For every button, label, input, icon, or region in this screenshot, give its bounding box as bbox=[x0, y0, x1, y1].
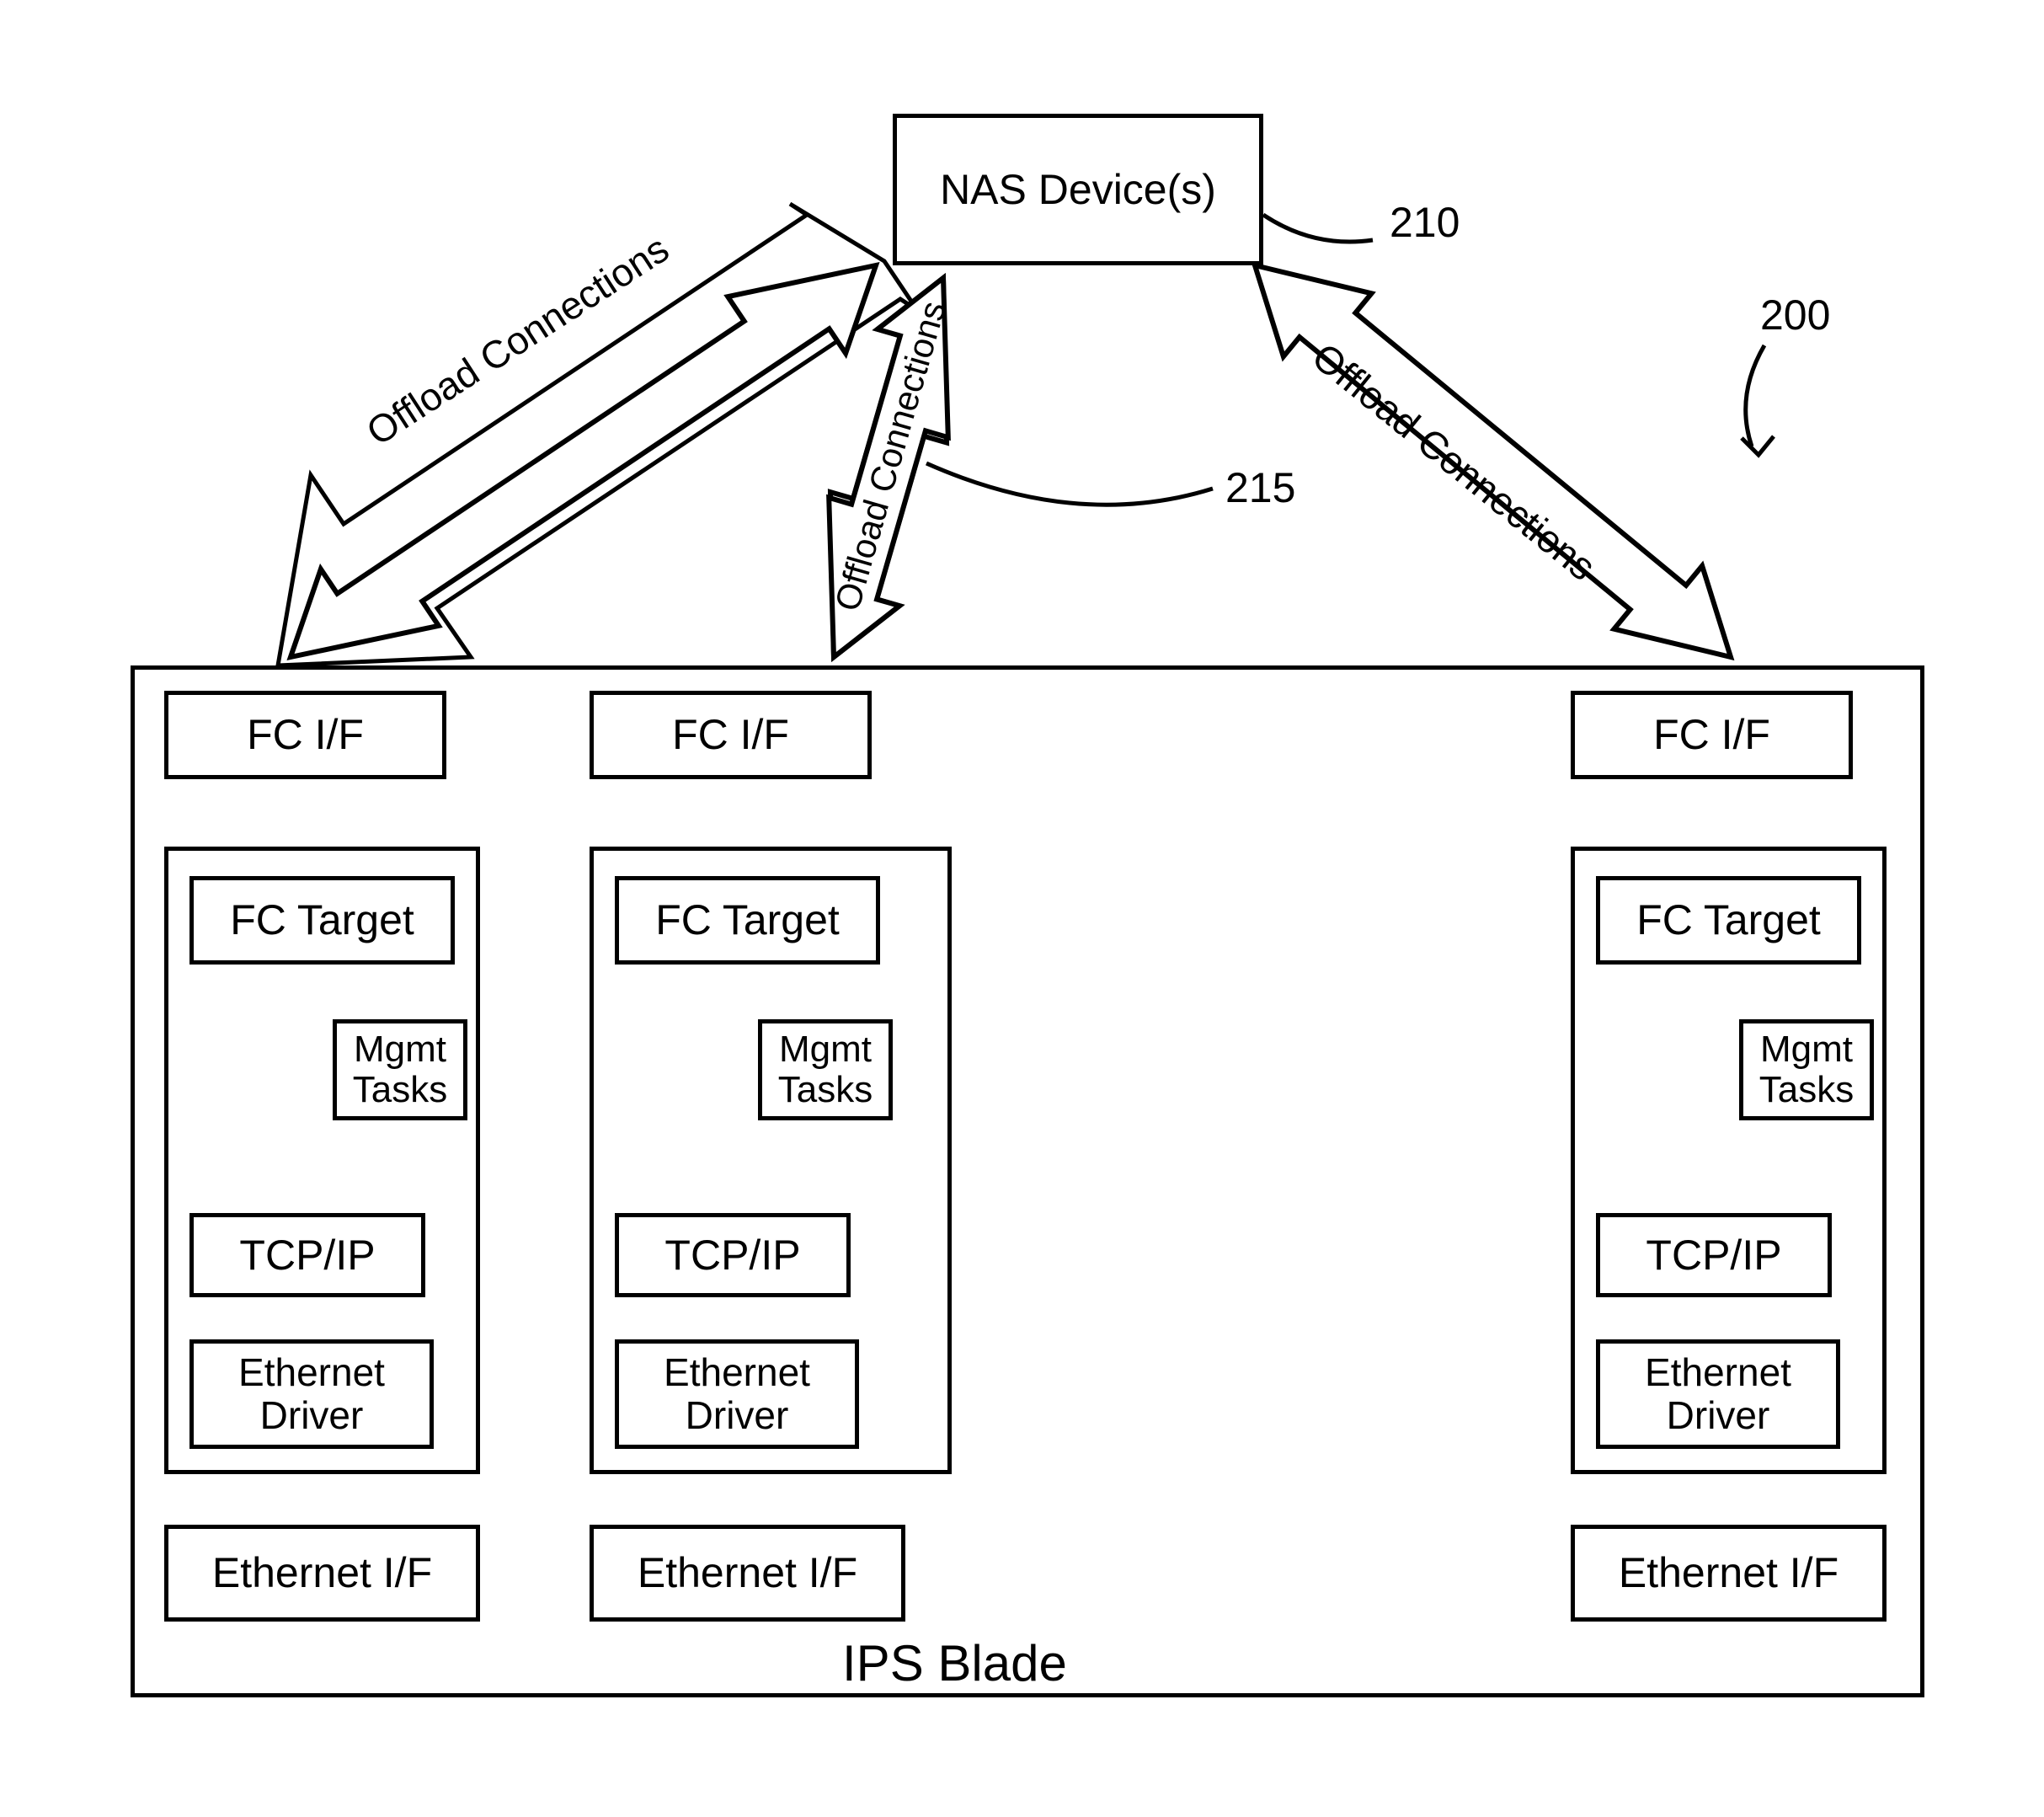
ethdrv-2: Ethernet Driver bbox=[615, 1339, 859, 1449]
fc-if-1: FC I/F bbox=[164, 691, 446, 779]
eth-if-3-label: Ethernet I/F bbox=[1619, 1550, 1839, 1596]
tcpip-3-label: TCP/IP bbox=[1646, 1232, 1781, 1279]
fc-if-2: FC I/F bbox=[590, 691, 872, 779]
fc-if-1-label: FC I/F bbox=[247, 712, 364, 758]
eth-if-1-label: Ethernet I/F bbox=[212, 1550, 432, 1596]
fc-if-2-label: FC I/F bbox=[672, 712, 789, 758]
leader-210 bbox=[1263, 215, 1373, 242]
ethdrv-3: Ethernet Driver bbox=[1596, 1339, 1840, 1449]
mgmt-2-label: Mgmt Tasks bbox=[778, 1029, 873, 1111]
tcpip-2: TCP/IP bbox=[615, 1213, 851, 1297]
ethdrv-1-label: Ethernet Driver bbox=[238, 1351, 385, 1436]
tcpip-2-label: TCP/IP bbox=[664, 1232, 800, 1279]
fc-if-3: FC I/F bbox=[1571, 691, 1853, 779]
ref-210: 210 bbox=[1390, 198, 1460, 247]
nas-box: NAS Device(s) bbox=[893, 114, 1263, 265]
ref-215: 215 bbox=[1225, 463, 1295, 512]
fc-target-2-label: FC Target bbox=[655, 897, 840, 943]
mgmt-1: Mgmt Tasks bbox=[333, 1019, 467, 1120]
tcpip-1: TCP/IP bbox=[189, 1213, 425, 1297]
ips-blade-title: IPS Blade bbox=[842, 1634, 1067, 1692]
ethdrv-3-label: Ethernet Driver bbox=[1645, 1351, 1791, 1436]
offload-arrow-right bbox=[1255, 265, 1731, 657]
tcpip-3: TCP/IP bbox=[1596, 1213, 1832, 1297]
eth-if-3: Ethernet I/F bbox=[1571, 1525, 1887, 1622]
fc-target-3: FC Target bbox=[1596, 876, 1861, 965]
fc-if-3-label: FC I/F bbox=[1653, 712, 1770, 758]
fc-target-2: FC Target bbox=[615, 876, 880, 965]
mgmt-3: Mgmt Tasks bbox=[1739, 1019, 1874, 1120]
eth-if-2-label: Ethernet I/F bbox=[638, 1550, 857, 1596]
mgmt-3-label: Mgmt Tasks bbox=[1759, 1029, 1854, 1111]
tcpip-1-label: TCP/IP bbox=[239, 1232, 375, 1279]
ref-200: 200 bbox=[1760, 291, 1830, 339]
mgmt-1-label: Mgmt Tasks bbox=[353, 1029, 447, 1111]
leader-200 bbox=[1746, 345, 1764, 446]
eth-if-1: Ethernet I/F bbox=[164, 1525, 480, 1622]
ethdrv-1: Ethernet Driver bbox=[189, 1339, 434, 1449]
leader-215 bbox=[926, 463, 1213, 505]
fc-target-3-label: FC Target bbox=[1636, 897, 1821, 943]
ethdrv-2-label: Ethernet Driver bbox=[664, 1351, 810, 1436]
eth-if-2: Ethernet I/F bbox=[590, 1525, 905, 1622]
nas-box-label: NAS Device(s) bbox=[940, 167, 1216, 213]
mgmt-2: Mgmt Tasks bbox=[758, 1019, 893, 1120]
fc-target-1: FC Target bbox=[189, 876, 455, 965]
fc-target-1-label: FC Target bbox=[230, 897, 414, 943]
